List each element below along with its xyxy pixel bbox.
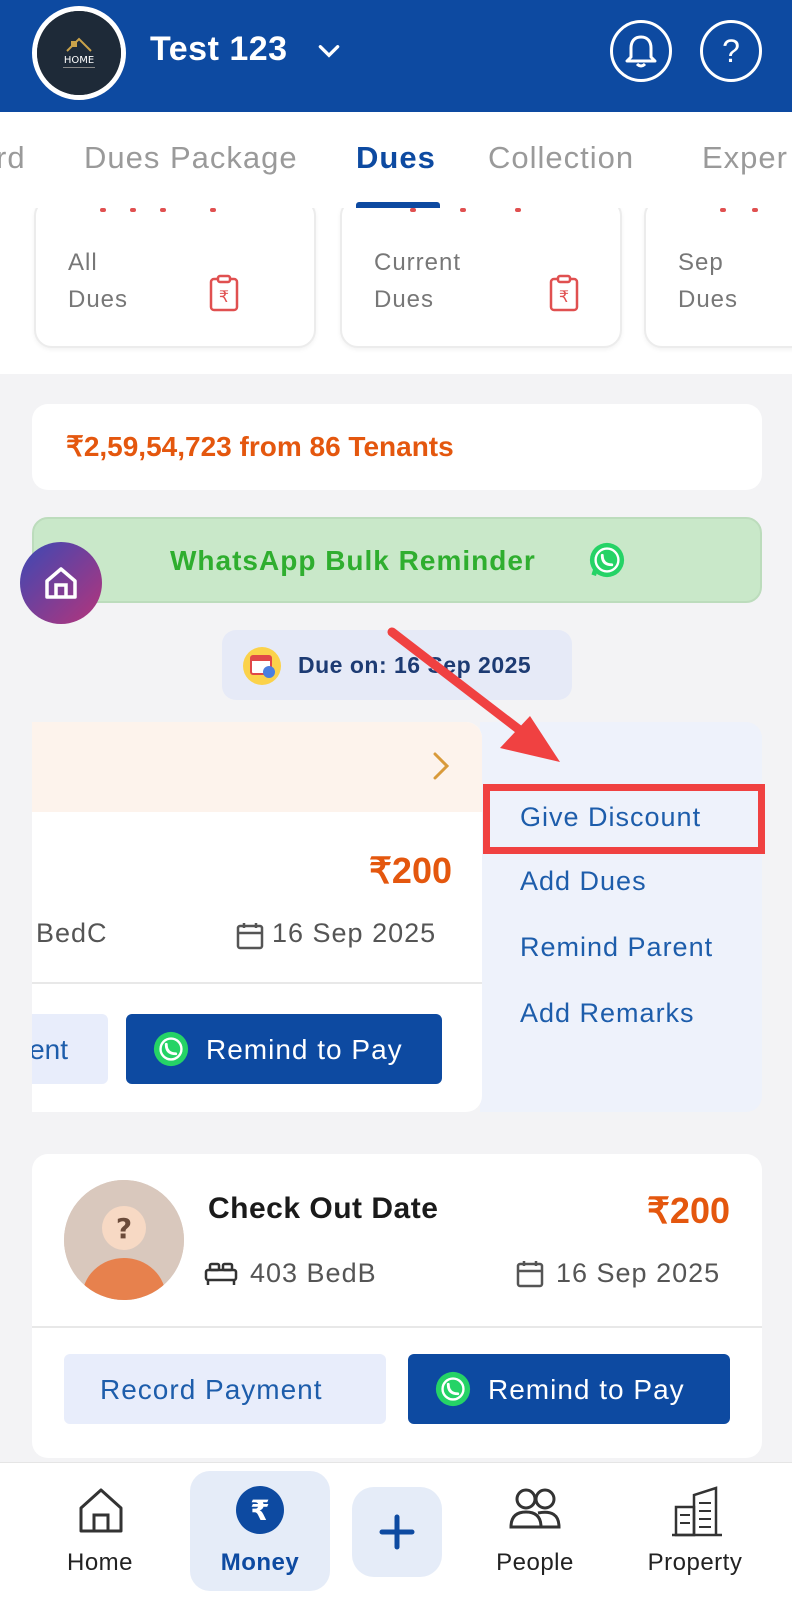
svg-text:₹: ₹ bbox=[250, 1494, 269, 1527]
building-icon bbox=[672, 1486, 722, 1537]
nav-money-label: Money bbox=[220, 1549, 300, 1576]
property-logo[interactable]: HOME bbox=[32, 6, 126, 100]
divider bbox=[460, 208, 466, 212]
nav-property[interactable]: Property bbox=[620, 1463, 770, 1600]
divider bbox=[32, 1326, 762, 1328]
calendar-icon bbox=[516, 1261, 544, 1288]
calendar-icon bbox=[243, 647, 281, 685]
due-date: 16 Sep 2025 bbox=[556, 1258, 721, 1288]
whatsapp-icon bbox=[589, 542, 625, 578]
divider bbox=[515, 208, 521, 212]
property-name[interactable]: Test 123 bbox=[150, 30, 288, 69]
tab-dues[interactable]: Dues bbox=[356, 140, 436, 176]
bed-label: 403 BedB bbox=[250, 1258, 377, 1288]
summary-cards-strip: All Dues ₹ Current Dues ₹ Sep Dues bbox=[0, 208, 792, 374]
divider bbox=[410, 208, 416, 212]
whatsapp-icon bbox=[153, 1031, 189, 1067]
bed-label: BedC bbox=[36, 918, 108, 948]
nav-home-label: Home bbox=[66, 1549, 134, 1576]
whatsapp-bulk-label: WhatsApp Bulk Reminder bbox=[170, 545, 536, 576]
svg-text:₹: ₹ bbox=[219, 287, 229, 306]
avatar: ? bbox=[64, 1180, 184, 1300]
summary-card-sep-dues[interactable]: Sep Dues bbox=[644, 208, 792, 348]
whatsapp-icon bbox=[435, 1371, 471, 1407]
add-button[interactable] bbox=[352, 1487, 442, 1577]
due-date-chip: Due on: 16 Sep 2025 bbox=[222, 630, 572, 700]
remind-to-pay-button[interactable]: Remind to Pay bbox=[126, 1014, 442, 1084]
nav-home[interactable]: Home bbox=[40, 1463, 160, 1600]
bell-icon bbox=[625, 35, 657, 68]
tab-bar: rd Dues Package Dues Collection Exper bbox=[0, 112, 792, 208]
question-icon: ? bbox=[722, 33, 740, 69]
highlight-annotation bbox=[483, 784, 765, 854]
whatsapp-bulk-reminder-button[interactable]: WhatsApp Bulk Reminder bbox=[32, 517, 762, 603]
nav-people-label: People bbox=[496, 1549, 574, 1576]
total-dues-text: ₹2,59,54,723 from 86 Tenants bbox=[66, 431, 454, 462]
bottom-navigation: Home ₹ Money People Property bbox=[0, 1462, 792, 1600]
divider bbox=[100, 208, 106, 212]
bed-icon bbox=[204, 1262, 238, 1285]
divider bbox=[32, 982, 482, 984]
divider bbox=[720, 208, 726, 212]
summary-card-current-dues[interactable]: Current Dues ₹ bbox=[340, 208, 622, 348]
chevron-right-icon bbox=[433, 752, 450, 780]
divider bbox=[160, 208, 166, 212]
floating-home-button[interactable] bbox=[20, 542, 102, 624]
app-header: HOME Test 123 ? bbox=[0, 0, 792, 112]
tenant-name: Check Out Date bbox=[208, 1192, 439, 1225]
chevron-down-icon[interactable] bbox=[316, 38, 342, 64]
divider bbox=[130, 208, 136, 212]
remind-to-pay-button[interactable]: Remind to Pay bbox=[408, 1354, 730, 1424]
record-payment-button[interactable]: Record Payment bbox=[64, 1354, 386, 1424]
tab-dashboard[interactable]: rd bbox=[0, 140, 26, 176]
calendar-icon bbox=[236, 923, 264, 950]
menu-item-remind-parent[interactable]: Remind Parent bbox=[520, 932, 713, 963]
remind-to-pay-label: Remind to Pay bbox=[488, 1374, 685, 1405]
due-date: 16 Sep 2025 bbox=[272, 918, 437, 948]
tenant-due-card[interactable]: ? Check Out Date ₹200 403 BedB 16 Sep 20… bbox=[32, 1154, 762, 1458]
home-icon bbox=[79, 1488, 123, 1533]
people-icon bbox=[509, 1488, 561, 1529]
nav-money[interactable]: ₹ Money bbox=[200, 1463, 320, 1600]
menu-item-add-remarks[interactable]: Add Remarks bbox=[520, 998, 695, 1029]
tenant-due-card[interactable]: ₹200 BedC 16 Sep 2025 ent Remind to Pay bbox=[32, 722, 482, 1112]
user-placeholder-icon: ? bbox=[64, 1180, 184, 1300]
home-logo-icon: HOME bbox=[37, 11, 121, 95]
rupee-icon: ₹ bbox=[236, 1486, 284, 1534]
help-button[interactable]: ? bbox=[700, 20, 762, 82]
remind-to-pay-label: Remind to Pay bbox=[206, 1034, 403, 1065]
rupee-clipboard-icon: ₹ bbox=[549, 274, 579, 312]
tab-dues-package[interactable]: Dues Package bbox=[84, 140, 298, 176]
summary-card-all-dues[interactable]: All Dues ₹ bbox=[34, 208, 316, 348]
svg-text:₹: ₹ bbox=[559, 287, 569, 306]
due-amount: ₹200 bbox=[369, 850, 452, 891]
tab-collection[interactable]: Collection bbox=[488, 140, 634, 176]
home-icon bbox=[45, 567, 77, 599]
plus-icon bbox=[379, 1514, 415, 1550]
nav-people[interactable]: People bbox=[470, 1463, 600, 1600]
due-date-text: Due on: 16 Sep 2025 bbox=[298, 652, 532, 678]
summary-card-label: All Dues bbox=[68, 249, 129, 313]
card-header-strip[interactable] bbox=[32, 722, 482, 812]
divider bbox=[210, 208, 216, 212]
summary-card-label: Sep Dues bbox=[678, 249, 739, 313]
svg-text:?: ? bbox=[116, 1212, 132, 1245]
due-amount: ₹200 bbox=[647, 1190, 730, 1231]
swipe-actions-menu: Give Discount Add Dues Remind Parent Add… bbox=[480, 722, 762, 1112]
nav-property-label: Property bbox=[647, 1549, 743, 1576]
record-payment-label: ent bbox=[32, 1034, 68, 1065]
summary-card-label: Current Dues bbox=[374, 249, 462, 313]
rupee-clipboard-icon: ₹ bbox=[209, 274, 239, 312]
record-payment-button[interactable]: ent bbox=[32, 1014, 108, 1084]
record-payment-label: Record Payment bbox=[100, 1374, 323, 1405]
notifications-button[interactable] bbox=[610, 20, 672, 82]
divider bbox=[752, 208, 758, 212]
tab-expenses[interactable]: Exper bbox=[702, 140, 788, 176]
total-dues-summary: ₹2,59,54,723 from 86 Tenants bbox=[32, 404, 762, 490]
menu-item-add-dues[interactable]: Add Dues bbox=[520, 866, 647, 897]
svg-text:HOME: HOME bbox=[64, 55, 94, 66]
